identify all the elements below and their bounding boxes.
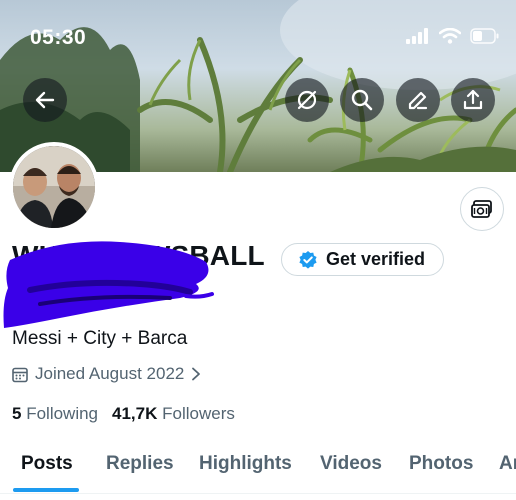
chevron-right-icon [192, 367, 201, 381]
profile-tabs: Posts Replies Highlights Videos Photos A… [0, 438, 516, 494]
following-count: 5 [12, 404, 22, 423]
verified-badge-icon [299, 250, 317, 269]
wifi-icon [439, 28, 461, 44]
wallet-button[interactable] [460, 187, 504, 231]
share-button[interactable] [451, 78, 495, 122]
status-time: 05:30 [30, 26, 87, 49]
battery-icon [470, 28, 499, 44]
tab-videos[interactable]: Videos [320, 453, 382, 475]
search-button[interactable] [340, 78, 384, 122]
followers-label: Followers [162, 404, 235, 423]
tab-posts[interactable]: Posts [21, 453, 73, 475]
arrow-left-icon [35, 91, 55, 109]
following-link[interactable]: 5 Following [12, 404, 98, 424]
following-label: Following [26, 404, 99, 423]
avatar-photo [13, 146, 95, 228]
joined-date: Joined August 2022 [35, 364, 185, 383]
status-icons [406, 28, 500, 44]
tab-replies[interactable]: Replies [106, 453, 174, 475]
edit-button[interactable] [396, 78, 440, 122]
calendar-icon [12, 367, 28, 382]
tab-highlights[interactable]: Highlights [199, 453, 292, 475]
share-icon [463, 89, 483, 110]
mute-button[interactable] [285, 78, 329, 122]
search-icon [351, 89, 373, 111]
get-verified-label: Get verified [326, 249, 426, 269]
profile-bio: Messi + City + Barca [12, 328, 188, 349]
back-button[interactable] [23, 78, 67, 122]
follow-stats: 5 Following 41,7K Followers [12, 404, 235, 424]
signal-icon [406, 28, 428, 44]
followers-link[interactable]: 41,7K Followers [112, 404, 235, 424]
tab-articles[interactable]: Ar [499, 453, 516, 475]
mute-icon [297, 90, 317, 110]
edit-icon [408, 91, 428, 110]
avatar[interactable] [9, 142, 99, 232]
followers-count: 41,7K [112, 404, 158, 423]
joined-row[interactable]: Joined August 2022 [12, 364, 201, 384]
get-verified-button[interactable]: Get verified [281, 243, 444, 276]
active-tab-indicator [13, 488, 79, 492]
tab-photos[interactable]: Photos [409, 453, 473, 475]
redaction-scribble [3, 241, 214, 328]
wallet-icon [471, 200, 492, 218]
